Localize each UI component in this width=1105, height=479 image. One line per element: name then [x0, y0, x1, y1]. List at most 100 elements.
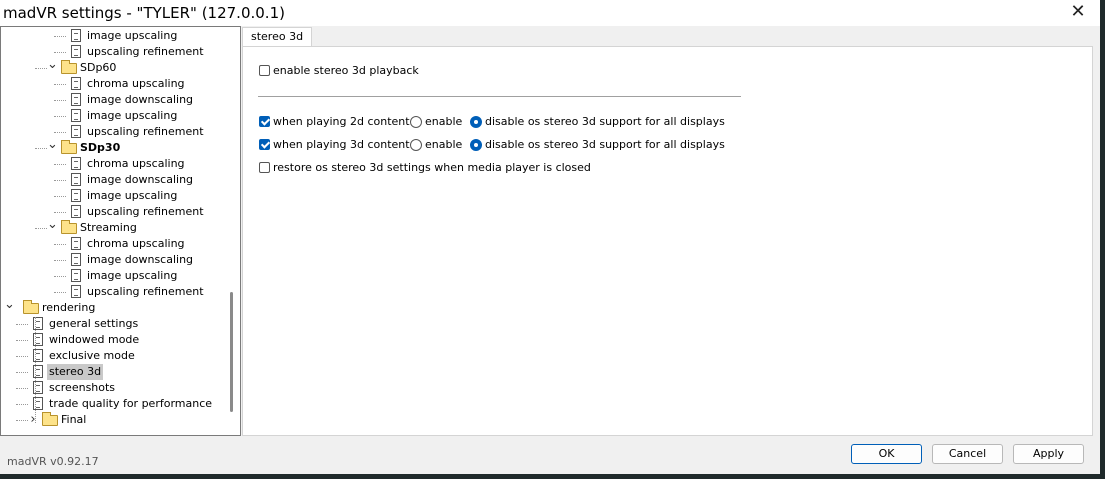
tree-item[interactable]: image downscaling — [1, 252, 229, 268]
tree-item-label: general settings — [49, 317, 139, 330]
version-label: madVR v0.92.17 — [7, 455, 99, 468]
tree-connector — [54, 196, 66, 197]
tree-connector — [35, 228, 47, 229]
page-icon — [71, 237, 81, 250]
tree-connector — [54, 164, 66, 165]
tree-item[interactable]: upscaling refinement — [1, 44, 229, 60]
tree-item[interactable]: chroma upscaling — [1, 156, 229, 172]
page-icon — [71, 173, 81, 186]
window-title: madVR settings - "TYLER" (127.0.0.1) — [3, 4, 285, 22]
tree-item-label: rendering — [42, 301, 96, 314]
chevron-down-icon[interactable]: ⌄ — [47, 218, 58, 236]
tree-item-label: image upscaling — [87, 29, 178, 42]
page-icon — [71, 29, 81, 42]
playing-3d-disable-radio[interactable] — [470, 139, 482, 151]
tree-item-label: Final — [61, 413, 87, 426]
tree-item-label: stereo 3d — [47, 364, 104, 380]
tree-connector — [54, 244, 66, 245]
enable-stereo-playback-label: enable stereo 3d playback — [273, 64, 419, 77]
folder-icon — [61, 60, 77, 74]
settings-tree[interactable]: image upscaling upscaling refinement ⌄ SDp6… — [0, 26, 241, 436]
folder-icon — [42, 412, 58, 426]
tree-item-label: image upscaling — [87, 269, 178, 282]
tree-item[interactable]: chroma upscaling — [1, 76, 229, 92]
tree-item[interactable]: image downscaling — [1, 172, 229, 188]
tree-connector — [16, 324, 28, 325]
chevron-down-icon[interactable]: ⌄ — [47, 58, 58, 76]
page-icon — [71, 77, 81, 90]
tree-item[interactable]: ⌄ rendering — [1, 298, 229, 316]
page-icon — [71, 285, 81, 298]
page-icon — [71, 45, 81, 58]
close-icon: ✕ — [1070, 1, 1086, 22]
settings-panel — [242, 46, 1093, 436]
folder-icon — [61, 140, 77, 154]
tree-item-label: screenshots — [49, 381, 116, 394]
playing-2d-enable-label: enable — [425, 115, 463, 128]
chevron-down-icon[interactable]: ⌄ — [4, 298, 15, 316]
chevron-down-icon[interactable]: ⌄ — [47, 138, 58, 156]
tree-guide — [35, 317, 36, 423]
playing-3d-enable-label: enable — [425, 138, 463, 151]
title-bar: madVR settings - "TYLER" (127.0.0.1) ✕ — [0, 0, 1100, 26]
tree-connector — [54, 212, 66, 213]
tree-item-label: SDp30 — [80, 141, 121, 154]
page-icon — [71, 125, 81, 138]
cancel-button[interactable]: Cancel — [932, 444, 1003, 464]
playing-3d-disable-label: disable os stereo 3d support for all dis… — [485, 138, 725, 151]
restore-os-settings-checkbox[interactable] — [259, 162, 270, 173]
tree-connector — [35, 68, 47, 69]
ok-button[interactable]: OK — [851, 444, 922, 464]
tree-item[interactable]: chroma upscaling — [1, 236, 229, 252]
playing-3d-checkbox[interactable] — [259, 139, 270, 150]
tree-connector — [54, 100, 66, 101]
playing-3d-enable-radio[interactable] — [410, 139, 422, 151]
chevron-right-icon[interactable]: › — [28, 412, 38, 428]
tree-item[interactable]: ⌄ Streaming — [1, 218, 229, 236]
page-icon — [71, 157, 81, 170]
tree-item[interactable]: image downscaling — [1, 92, 229, 108]
page-icon — [71, 93, 81, 106]
tree-item-label: windowed mode — [49, 333, 140, 346]
tree-connector — [54, 180, 66, 181]
enable-stereo-playback-checkbox[interactable] — [259, 65, 270, 76]
tree-item-label: image downscaling — [87, 253, 194, 266]
restore-os-settings-label: restore os stereo 3d settings when media… — [273, 161, 591, 174]
tab-stereo-3d[interactable]: stereo 3d — [242, 27, 313, 47]
tree-connector — [35, 148, 47, 149]
tree-connector — [16, 356, 28, 357]
tree-item[interactable]: ⌄ SDp60 — [1, 58, 229, 76]
tree-item-label: chroma upscaling — [87, 237, 185, 250]
apply-button[interactable]: Apply — [1013, 444, 1084, 464]
tree-connector — [54, 116, 66, 117]
playing-2d-disable-radio[interactable] — [470, 116, 482, 128]
tree-scrollbar-thumb[interactable] — [230, 292, 233, 412]
page-icon — [71, 269, 81, 282]
tree-item[interactable]: image upscaling — [1, 28, 229, 44]
settings-window: madVR settings - "TYLER" (127.0.0.1) ✕ i… — [0, 0, 1100, 474]
folder-icon — [61, 220, 77, 234]
close-button[interactable]: ✕ — [1064, 2, 1092, 24]
tree-item-label: exclusive mode — [49, 349, 135, 362]
tree-item-label: trade quality for performance — [49, 397, 213, 410]
tree-item[interactable]: upscaling refinement — [1, 204, 229, 220]
tree-item-label: chroma upscaling — [87, 77, 185, 90]
page-icon — [71, 253, 81, 266]
tree-item[interactable]: image upscaling — [1, 108, 229, 124]
tree-connector — [16, 388, 28, 389]
tree-item[interactable]: ⌄ SDp30 — [1, 138, 229, 156]
tree-connector — [16, 372, 28, 373]
tree-item-label: SDp60 — [80, 61, 117, 74]
tree-connector — [16, 404, 28, 405]
tree-item[interactable]: upscaling refinement — [1, 124, 229, 140]
tree-connector — [54, 260, 66, 261]
playing-2d-checkbox[interactable] — [259, 116, 270, 127]
page-icon — [71, 189, 81, 202]
playing-2d-enable-radio[interactable] — [410, 116, 422, 128]
tree-item[interactable]: upscaling refinement — [1, 284, 229, 300]
tree-connector — [54, 276, 66, 277]
tree-item[interactable]: image upscaling — [1, 268, 229, 284]
tree-connector — [54, 52, 66, 53]
tree-item[interactable]: image upscaling — [1, 188, 229, 204]
folder-icon — [23, 300, 39, 314]
